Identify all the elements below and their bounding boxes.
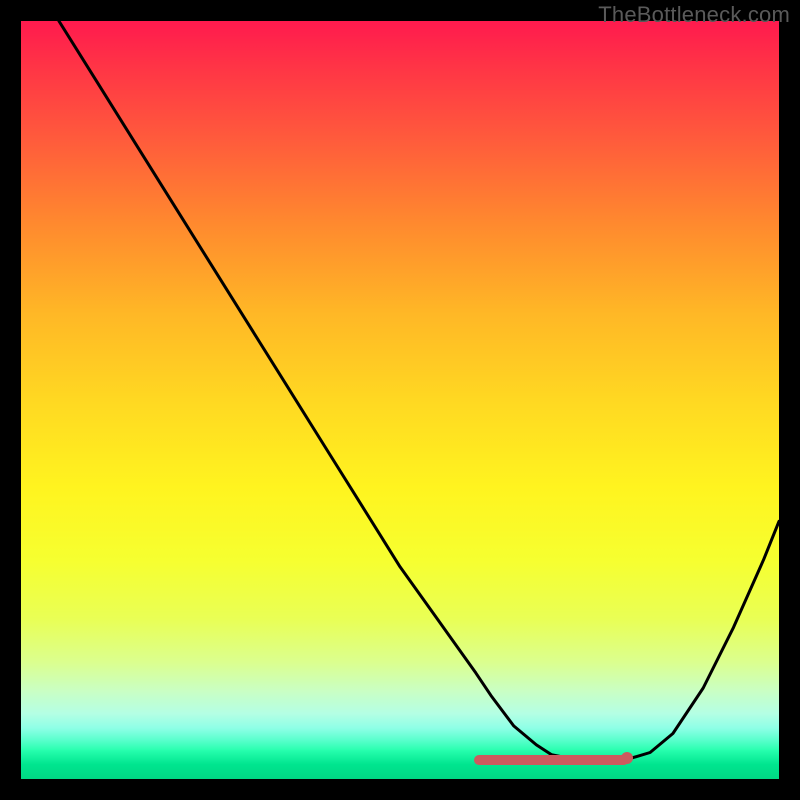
bottleneck-curve [21, 21, 779, 779]
optimal-marker-line [474, 755, 630, 765]
plot-area [21, 21, 779, 779]
watermark-text: TheBottleneck.com [598, 2, 790, 28]
chart-stage: TheBottleneck.com [0, 0, 800, 800]
curve-path [59, 21, 779, 761]
